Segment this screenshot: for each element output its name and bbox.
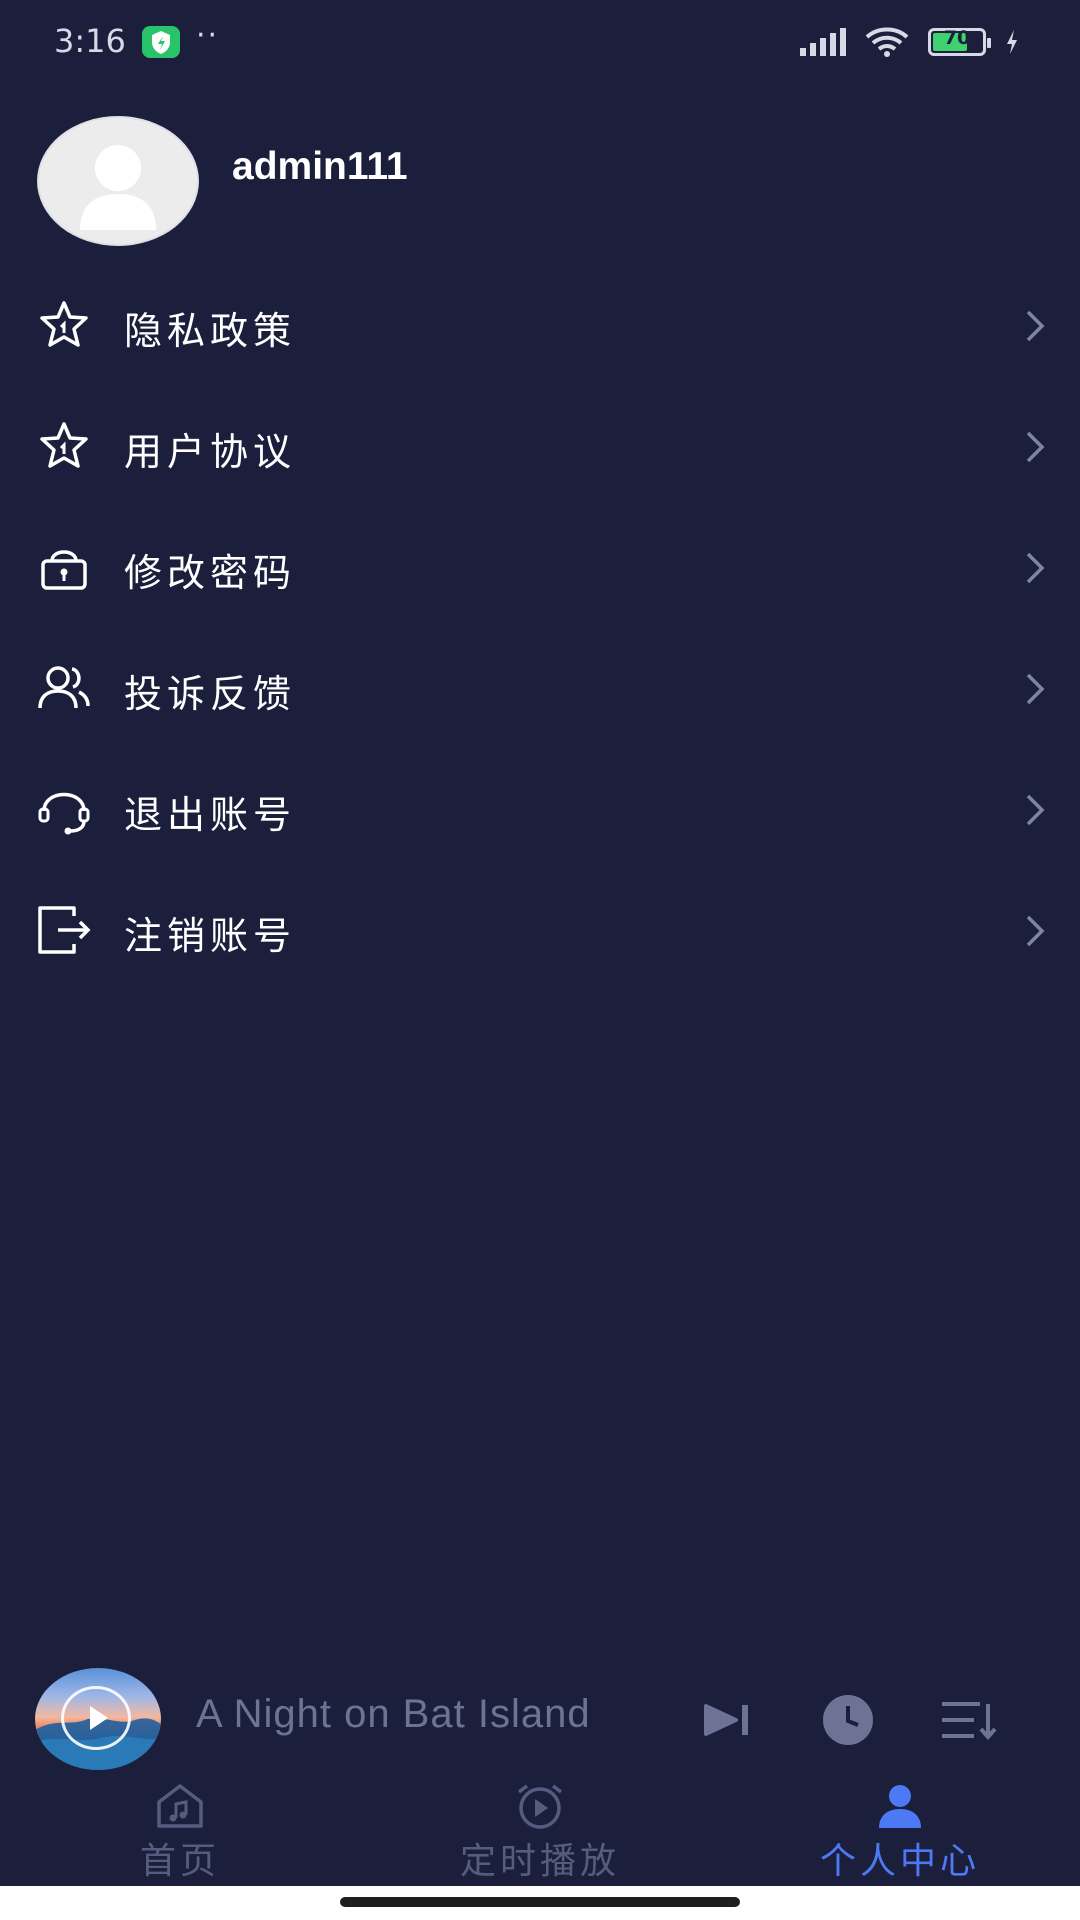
mini-player: A Night on Bat Island <box>0 1668 1080 1772</box>
menu-label: 隐私政策 <box>124 309 297 353</box>
album-cover[interactable] <box>35 1668 161 1770</box>
wifi-icon <box>865 27 909 57</box>
chevron-right-icon <box>1026 794 1045 826</box>
playlist-icon[interactable] <box>938 1692 998 1748</box>
menu-item-change-password[interactable]: 修改密码 <box>0 516 1080 616</box>
tab-label: 个人中心 <box>819 1841 980 1882</box>
menu-item-logout[interactable]: 退出账号 <box>0 758 1080 858</box>
timer-clock-icon[interactable] <box>818 1692 878 1748</box>
chevron-right-icon <box>1026 310 1045 342</box>
users-icon <box>38 666 90 709</box>
username: admin111 <box>232 145 408 188</box>
app-screen: 3:16 ·· 70 admin111 隐私政策 用户协议 修改密码 投诉反馈 … <box>0 0 1080 1920</box>
play-icon[interactable] <box>61 1686 131 1750</box>
lock-icon <box>41 550 87 590</box>
menu-item-privacy-policy[interactable]: 隐私政策 <box>0 274 1080 374</box>
menu-item-feedback[interactable]: 投诉反馈 <box>0 637 1080 737</box>
menu-item-user-agreement[interactable]: 用户协议 <box>0 395 1080 495</box>
track-title: A Night on Bat Island <box>196 1692 591 1736</box>
tab-home[interactable]: 首页 <box>60 1774 300 1884</box>
menu-label: 退出账号 <box>124 793 297 837</box>
star-icon <box>40 422 88 468</box>
headset-icon <box>38 792 90 835</box>
tab-label: 定时播放 <box>459 1841 620 1882</box>
alarm-play-icon <box>517 1784 563 1829</box>
status-time: 3:16 <box>54 22 126 60</box>
person-icon <box>879 1785 921 1828</box>
star-icon <box>40 301 88 347</box>
menu-item-delete-account[interactable]: 注销账号 <box>0 879 1080 979</box>
bottom-tab-bar: 首页 定时播放 个人中心 <box>0 1774 1080 1884</box>
notification-dots: ·· <box>196 18 220 53</box>
home-indicator[interactable] <box>340 1897 740 1907</box>
battery-level: 70 <box>943 27 971 49</box>
tab-profile[interactable]: 个人中心 <box>780 1774 1020 1884</box>
chevron-right-icon <box>1026 915 1045 947</box>
music-home-icon <box>157 1784 203 1828</box>
battery-icon: 70 <box>928 27 991 56</box>
tab-timed-play[interactable]: 定时播放 <box>420 1774 660 1884</box>
menu-label: 用户协议 <box>124 430 297 474</box>
chevron-right-icon <box>1026 431 1045 463</box>
status-indicators: 70 <box>800 24 1020 60</box>
charging-icon <box>1007 30 1017 54</box>
shield-icon <box>142 26 180 58</box>
next-track-icon[interactable] <box>698 1692 758 1748</box>
status-bar: 3:16 ·· 70 <box>0 0 1080 80</box>
logout-icon <box>38 906 91 954</box>
tab-label: 首页 <box>139 1841 220 1882</box>
menu-label: 修改密码 <box>124 551 297 595</box>
menu-label: 注销账号 <box>124 914 297 958</box>
chevron-right-icon <box>1026 552 1045 584</box>
avatar[interactable] <box>37 116 199 246</box>
chevron-right-icon <box>1026 673 1045 705</box>
menu-label: 投诉反馈 <box>124 672 297 716</box>
signal-icon <box>800 28 846 56</box>
